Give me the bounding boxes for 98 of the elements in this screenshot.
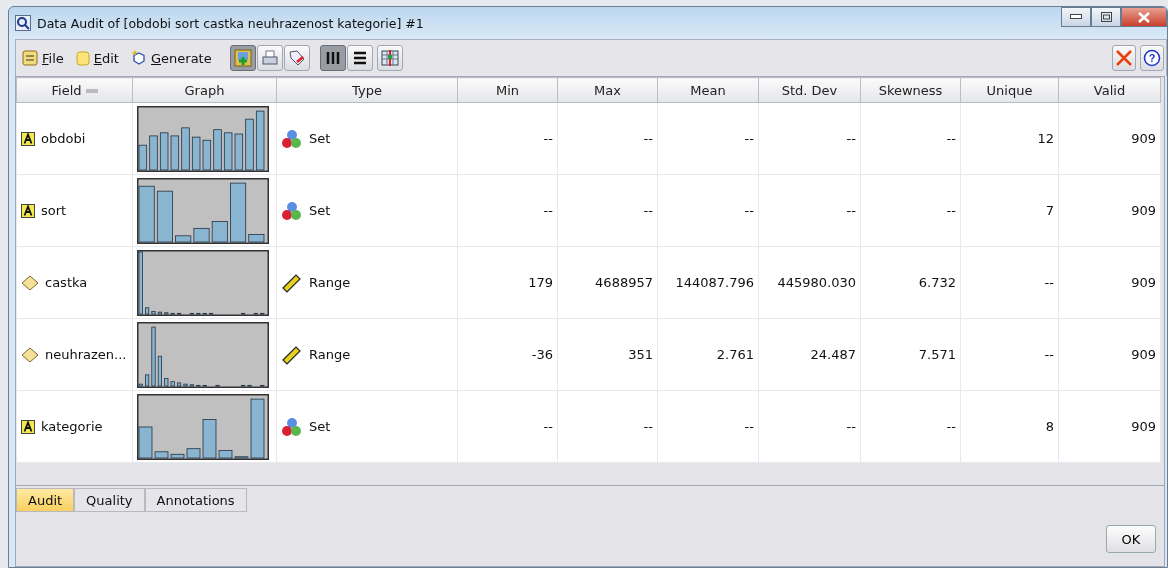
table-cell: 144087.796 [675, 275, 754, 290]
table-cell: Range [309, 347, 351, 362]
column-header[interactable]: Type [276, 77, 458, 103]
table-cell: -- [643, 131, 653, 146]
close-button[interactable] [1121, 7, 1167, 27]
minimize-icon [1070, 14, 1082, 20]
table-cell: -- [643, 419, 653, 434]
tab[interactable]: Audit [16, 488, 75, 512]
magnifier-icon [15, 15, 31, 31]
diamond-icon [21, 346, 39, 363]
tag-button[interactable] [283, 45, 310, 71]
cabinet-icon [22, 50, 38, 66]
sparkle-hexagon-icon [130, 50, 147, 66]
sort-indicator-icon [85, 89, 98, 93]
table-cell: 909 [1131, 275, 1156, 290]
table-cell: -- [543, 131, 553, 146]
table-cell: -- [744, 419, 754, 434]
column-header[interactable]: Valid [1058, 77, 1161, 103]
table-cell: 8 [1045, 419, 1054, 434]
table-cell: 351 [628, 347, 653, 362]
table-cell: 909 [1131, 347, 1156, 362]
table-cell: Set [309, 419, 331, 434]
table-cell: 909 [1131, 419, 1156, 434]
table-cell: -- [1044, 275, 1054, 290]
letter-a-icon [21, 419, 35, 434]
table-cell: Set [309, 131, 331, 146]
print-button[interactable] [256, 45, 283, 71]
printer-icon [260, 49, 279, 67]
close-icon [1138, 11, 1150, 23]
table-button[interactable] [376, 45, 403, 71]
table-cell: 909 [1131, 131, 1156, 146]
column-header[interactable]: Graph [132, 77, 277, 103]
table-cell: obdobi [41, 131, 86, 146]
three-balls-icon [281, 128, 303, 149]
table-cell: castka [45, 275, 88, 290]
table-cell: -- [946, 419, 956, 434]
letter-a-icon [21, 203, 35, 218]
table-cell: -- [846, 131, 856, 146]
table-cell: -36 [531, 347, 553, 362]
table-cell: 909 [1131, 203, 1156, 218]
columns-view-button[interactable] [319, 45, 346, 71]
menu-item[interactable]: Edit [75, 50, 127, 66]
table-cell: 445980.030 [777, 275, 856, 290]
window-title: Data Audit of [obdobi sort castka neuhrazenost kategorie] #1 [37, 15, 424, 31]
three-balls-icon [281, 416, 303, 437]
menu-item[interactable]: File [22, 50, 72, 66]
rows-view-button[interactable] [346, 45, 373, 71]
table-cell: -- [1044, 347, 1054, 362]
table-cell: -- [744, 131, 754, 146]
diamond-icon [21, 274, 39, 291]
table-cell: Range [309, 275, 351, 290]
table-cell: -- [744, 203, 754, 218]
lines-icon [351, 50, 368, 66]
table-cell: -- [543, 203, 553, 218]
clipboard-icon [75, 50, 90, 66]
table-cell: 24.487 [810, 347, 856, 362]
add-node-icon [233, 49, 252, 67]
column-header[interactable]: Std. Dev [758, 77, 861, 103]
letter-a-icon [21, 131, 35, 146]
table-cell: -- [543, 419, 553, 434]
table-cell: 7 [1045, 203, 1054, 218]
table-cell: sort [41, 203, 67, 218]
minimize-button[interactable] [1061, 7, 1091, 27]
table-cell: -- [643, 203, 653, 218]
table-cell: 179 [528, 275, 553, 290]
table-cell: -- [946, 131, 956, 146]
close-icon[interactable] [1112, 45, 1136, 71]
table-cell: 4688957 [595, 275, 653, 290]
maximize-icon [1100, 12, 1112, 22]
table-cell: Set [309, 203, 331, 218]
tab[interactable]: Quality [74, 488, 145, 512]
table-cell: neuhrazen... [45, 347, 127, 362]
column-header[interactable]: Skewness [860, 77, 961, 103]
ok-button[interactable]: OK [1106, 525, 1156, 553]
tag-icon [287, 49, 306, 67]
table-cell: 6.732 [918, 275, 956, 290]
three-balls-icon [281, 200, 303, 221]
column-header[interactable]: Max [557, 77, 658, 103]
table-cell: -- [946, 203, 956, 218]
tab[interactable]: Annotations [144, 488, 247, 512]
columns-icon [324, 50, 341, 66]
help-icon[interactable]: ? [1140, 45, 1164, 71]
table-cell: 7.571 [918, 347, 956, 362]
table-icon [380, 49, 399, 67]
table-cell: -- [846, 203, 856, 218]
menu-item[interactable]: Generate [130, 50, 220, 66]
ruler-icon [281, 272, 303, 293]
ruler-icon [281, 344, 303, 365]
table-cell: 12 [1037, 131, 1054, 146]
column-header[interactable]: Unique [960, 77, 1059, 103]
column-header[interactable]: Field [16, 77, 133, 103]
column-header[interactable]: Mean [657, 77, 759, 103]
table-cell: -- [846, 419, 856, 434]
table-cell: kategorie [41, 419, 103, 434]
table-cell: 2.761 [716, 347, 754, 362]
maximize-button[interactable] [1091, 7, 1121, 27]
column-header[interactable]: Min [457, 77, 558, 103]
add-node-button[interactable] [229, 45, 256, 71]
